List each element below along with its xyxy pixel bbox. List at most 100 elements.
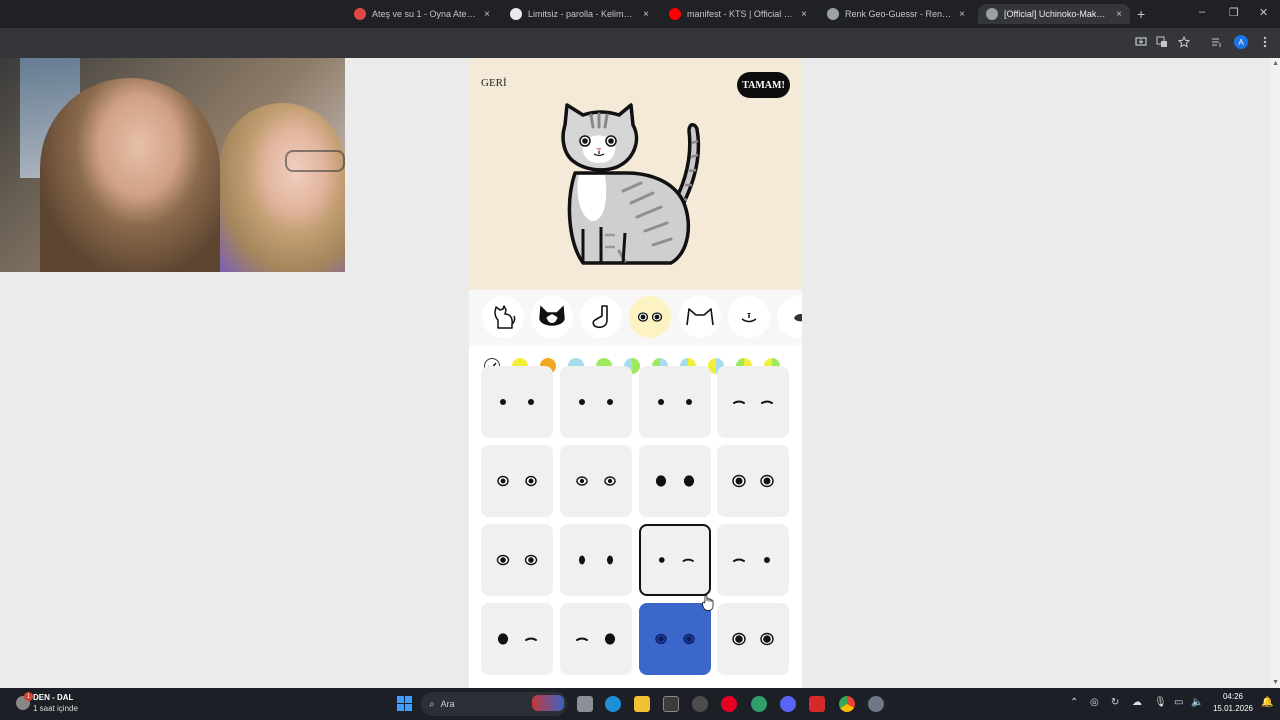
windows-taskbar: 1 DEN - DAL 1 saat içinde ⌕ Ara ⌃ ◎ ↻ ☁ … <box>0 688 1280 720</box>
eye-option[interactable] <box>717 445 789 517</box>
search-icon: ⌕ <box>429 698 435 710</box>
eye-option[interactable] <box>481 366 553 438</box>
part-tab[interactable] <box>728 296 770 338</box>
eye-option[interactable] <box>717 366 789 438</box>
eye-option[interactable] <box>481 524 553 596</box>
tray-mic-icon[interactable]: 🎙 <box>1154 697 1167 708</box>
part-tab[interactable] <box>629 296 671 338</box>
eye-option[interactable] <box>481 445 553 517</box>
globe-app-icon[interactable] <box>751 696 767 712</box>
weather-subtitle[interactable]: 1 saat içinde <box>33 704 78 713</box>
tab-favicon-icon <box>827 8 839 20</box>
tray-sync-icon[interactable]: ↻ <box>1111 697 1119 708</box>
webcam-person-left <box>40 78 220 272</box>
eye-style-icon <box>658 399 692 405</box>
cat-face-pattern-icon <box>538 305 566 329</box>
webcam-person-right <box>220 103 345 272</box>
eye-option[interactable] <box>717 603 789 675</box>
tray-network-icon[interactable]: ▭ <box>1174 697 1183 708</box>
tray-volume-icon[interactable]: 🔈 <box>1191 697 1203 708</box>
new-tab-button[interactable]: + <box>1137 6 1145 22</box>
profile-avatar[interactable]: A <box>1234 35 1248 49</box>
weather-title[interactable]: DEN - DAL <box>33 693 73 702</box>
eye-style-icon <box>497 633 537 645</box>
close-window-button[interactable]: ✕ <box>1259 6 1268 19</box>
clock-time[interactable]: 04:26 <box>1212 692 1254 701</box>
eye-style-icon <box>496 554 538 566</box>
scroll-up-arrow-icon[interactable]: ▲ <box>1272 60 1279 67</box>
eye-style-icon <box>579 399 613 405</box>
edge-browser-icon[interactable] <box>605 696 621 712</box>
browser-tab[interactable]: Renk Geo-Guessr - Renk Algılar × <box>819 4 973 24</box>
eye-option[interactable] <box>560 445 632 517</box>
task-view-icon[interactable] <box>577 696 593 712</box>
pinterest-icon[interactable] <box>721 696 737 712</box>
minimize-button[interactable]: – <box>1199 6 1205 18</box>
browser-toolbar: A <box>0 28 1280 58</box>
part-tab[interactable] <box>679 296 721 338</box>
tab-favicon-icon <box>510 8 522 20</box>
browser-tab[interactable]: [Official] Uchinoko-Maker | Cre × <box>978 4 1130 24</box>
store-icon[interactable] <box>663 696 679 712</box>
webcam-glasses <box>285 150 345 172</box>
tray-app-icon[interactable]: ◎ <box>1090 697 1099 708</box>
eye-option[interactable] <box>560 603 632 675</box>
eye-option[interactable] <box>639 445 711 517</box>
restore-button[interactable]: ❐ <box>1229 6 1239 19</box>
menu-kebab-icon[interactable] <box>1258 35 1272 49</box>
part-tab[interactable] <box>580 296 622 338</box>
chrome-icon[interactable] <box>839 696 855 712</box>
search-highlight-icon[interactable] <box>532 695 564 711</box>
bookmark-star-icon[interactable] <box>1177 35 1191 49</box>
tab-title: manifest - KTS | Official Music V <box>687 9 796 19</box>
tray-chevron-up-icon[interactable]: ⌃ <box>1070 697 1078 708</box>
part-tab[interactable] <box>777 296 802 338</box>
page-scrollbar[interactable]: ▲ ▼ <box>1270 58 1280 688</box>
cat-preview-stage: GERİ TAMAM! <box>469 58 802 290</box>
part-tab[interactable] <box>531 296 573 338</box>
tab-close-icon[interactable]: × <box>1116 9 1122 20</box>
part-tab[interactable] <box>482 296 524 338</box>
eye-option[interactable] <box>560 366 632 438</box>
eye-option[interactable] <box>481 603 553 675</box>
notification-badge: 1 <box>24 692 33 701</box>
install-app-icon[interactable] <box>1134 35 1148 49</box>
settings-gear-icon[interactable] <box>868 696 884 712</box>
start-logo-tile <box>405 704 412 711</box>
notification-bell-icon[interactable]: 🔔 <box>1261 697 1273 708</box>
part-category-tabs <box>469 290 802 346</box>
sock-icon <box>590 304 612 330</box>
tray-onedrive-icon[interactable]: ☁ <box>1132 697 1142 708</box>
eye-option[interactable] <box>639 524 711 596</box>
red-app-icon[interactable] <box>809 696 825 712</box>
browser-tab[interactable]: manifest - KTS | Official Music V × <box>661 4 815 24</box>
tab-close-icon[interactable]: × <box>959 9 965 20</box>
github-icon[interactable] <box>692 696 708 712</box>
translate-icon[interactable] <box>1155 35 1169 49</box>
media-control-icon[interactable] <box>1210 35 1224 49</box>
eye-option[interactable] <box>717 524 789 596</box>
clock-date[interactable]: 15.01.2026 <box>1212 704 1254 713</box>
scroll-down-arrow-icon[interactable]: ▼ <box>1272 679 1279 686</box>
eye-style-icon <box>655 475 695 487</box>
eye-option[interactable] <box>560 524 632 596</box>
back-link[interactable]: GERİ <box>481 77 507 89</box>
browser-tab[interactable]: Limitsiz - parolla - Kelime oyun × <box>502 4 657 24</box>
eye-style-icon <box>658 557 694 563</box>
browser-tab[interactable]: Ateş ve su 1 - Oyna Ateş ve su × <box>346 4 498 24</box>
eye-option[interactable] <box>639 366 711 438</box>
partial-icon <box>790 310 802 324</box>
ok-button[interactable]: TAMAM! <box>737 72 790 98</box>
discord-icon[interactable] <box>780 696 796 712</box>
tab-close-icon[interactable]: × <box>801 9 807 20</box>
hand-cursor-icon <box>702 595 714 611</box>
uchinoko-maker-app: GERİ TAMAM! <box>469 58 802 688</box>
eye-option[interactable] <box>639 603 711 675</box>
file-explorer-icon[interactable] <box>634 696 650 712</box>
tab-close-icon[interactable]: × <box>484 9 490 20</box>
start-button[interactable] <box>397 696 412 711</box>
eye-style-icon <box>576 633 616 645</box>
tab-close-icon[interactable]: × <box>643 9 649 20</box>
eye-style-icon <box>500 399 534 405</box>
tab-title: Limitsiz - parolla - Kelime oyun <box>528 9 637 19</box>
